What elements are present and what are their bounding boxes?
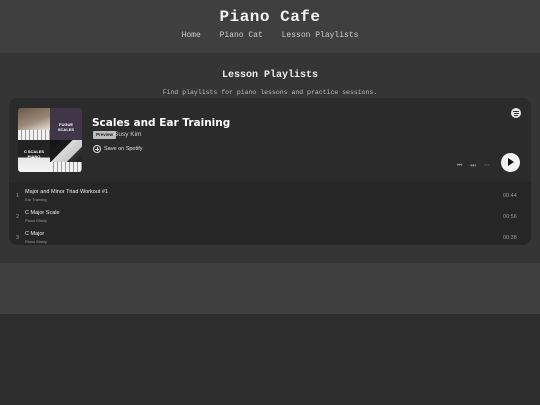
- nav-lesson-playlists-link[interactable]: Lesson Playlists: [282, 31, 359, 40]
- playlist-owner[interactable]: Susy Kim: [114, 131, 141, 139]
- preview-badge: Preview: [93, 131, 117, 139]
- embed-header: [9, 98, 531, 182]
- track-number: 2: [16, 214, 20, 220]
- track-name: C Major: [25, 231, 45, 237]
- next-track-icon[interactable]: ⏭: [470, 161, 475, 171]
- cover-tile-c-scales: C SCALES PIANO: [18, 140, 50, 172]
- save-label: Save on Spotify: [104, 146, 143, 152]
- track-row[interactable]: 3 C Major Piano Manly 00:38: [9, 228, 531, 245]
- playback-controls: ⏮ ⏭ ⋯: [457, 161, 498, 171]
- nav-piano-cat-link[interactable]: Piano Cat: [220, 31, 263, 40]
- track-number: 1: [16, 193, 20, 199]
- track-duration: 00:44: [503, 193, 517, 199]
- nav-home-link[interactable]: Home: [182, 31, 201, 40]
- cover-label-c-scales: C SCALES PIANO: [23, 149, 45, 159]
- playlist-cover[interactable]: FUGUE SCALES C SCALES PIANO: [18, 108, 82, 172]
- main-nav: Home Piano Cat Lesson Playlists: [0, 31, 540, 40]
- track-duration: 00:56: [503, 214, 517, 220]
- spotify-logo-icon[interactable]: [511, 108, 521, 118]
- track-artist[interactable]: Ear Training: [25, 197, 47, 202]
- playlist-title[interactable]: Scales and Ear Training: [92, 117, 230, 129]
- spotify-embed: FUGUE SCALES C SCALES PIANO Scales and E…: [9, 98, 531, 245]
- track-artist[interactable]: Piano Manly: [25, 239, 47, 244]
- cover-tile-fugue: FUGUE SCALES: [50, 108, 82, 140]
- site-title: Piano Cafe: [219, 8, 321, 26]
- page-subheading: Find playlists for piano lessons and pra…: [162, 89, 378, 96]
- cover-label-fugue: FUGUE SCALES: [57, 122, 75, 132]
- track-number: 3: [16, 235, 20, 241]
- track-row[interactable]: 2 C Major Scale Piano Manly 00:56: [9, 207, 531, 228]
- add-circle-icon: [93, 145, 101, 153]
- previous-track-icon[interactable]: ⏮: [457, 161, 462, 171]
- save-on-spotify-button[interactable]: Save on Spotify: [93, 144, 143, 154]
- track-artist[interactable]: Piano Manly: [25, 218, 47, 223]
- site-header: Piano Cafe Home Piano Cat Lesson Playlis…: [0, 0, 540, 53]
- play-button[interactable]: [501, 153, 520, 172]
- track-row[interactable]: 1 Major and Minor Triad Workout #1 Ear T…: [9, 186, 531, 207]
- more-options-icon[interactable]: ⋯: [484, 161, 490, 171]
- track-name: C Major Scale: [25, 210, 60, 216]
- track-duration: 00:38: [503, 235, 517, 241]
- cover-tile-piano: [18, 108, 50, 140]
- cover-tile-keys: [50, 140, 82, 172]
- page-heading: Lesson Playlists: [221, 70, 318, 81]
- track-name: Major and Minor Triad Workout #1: [25, 189, 109, 195]
- footer: [0, 263, 540, 314]
